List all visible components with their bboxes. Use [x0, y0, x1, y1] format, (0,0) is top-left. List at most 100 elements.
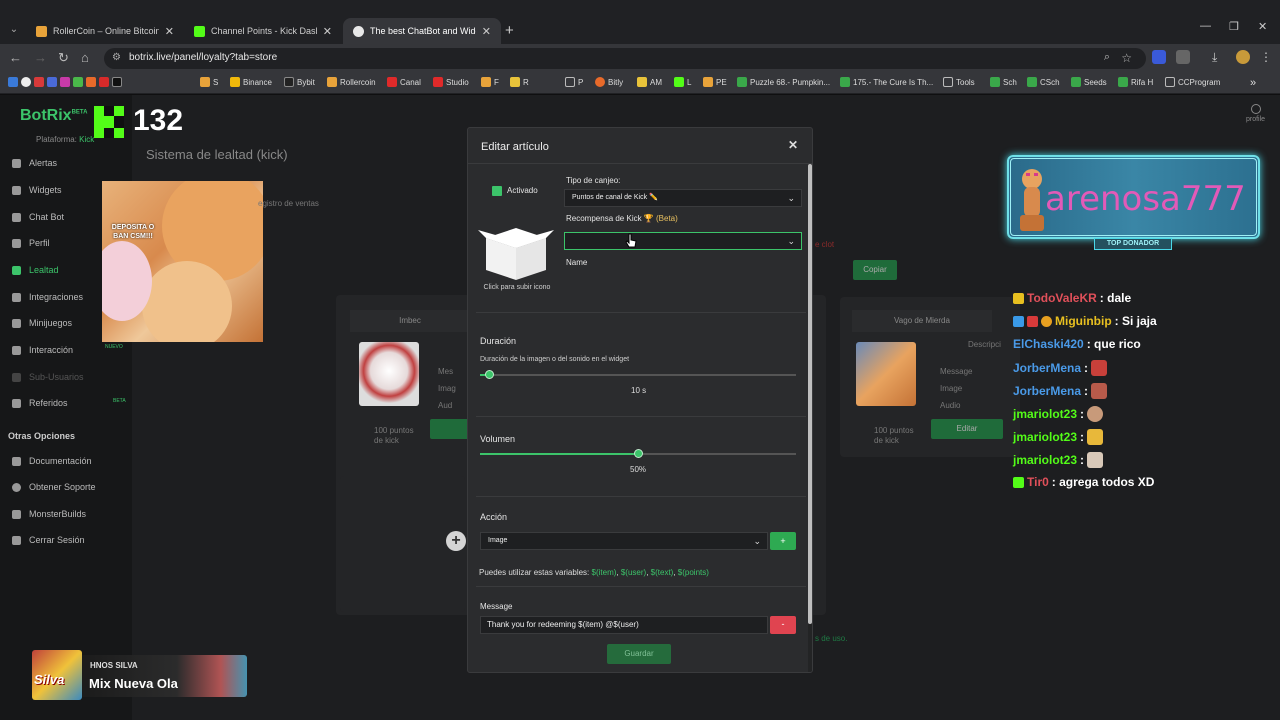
download-icon[interactable]: ⤓ [1212, 50, 1226, 64]
sidebar-item-subusuarios[interactable]: Sub-Usuarios [12, 372, 84, 382]
bookmark-rifa[interactable]: Rifa H [1118, 77, 1153, 87]
bookmark-star-icon[interactable]: ☆ [1121, 51, 1132, 65]
sidebar-item-minijuegos[interactable]: Minijuegos [12, 318, 72, 328]
bookmark-p[interactable]: P [565, 77, 583, 87]
page-title: Sistema de lealtad (kick) [146, 147, 288, 162]
bookmark-l[interactable]: L [674, 77, 691, 87]
new-tab-button[interactable]: + [505, 22, 514, 39]
bookmark-label: L [687, 77, 692, 87]
users-icon [12, 372, 21, 382]
close-tab-icon[interactable]: ✕ [482, 25, 491, 38]
sidebar-item-chatbot[interactable]: Chat Bot [12, 212, 64, 222]
bookmark-ccprogram[interactable]: CCProgram [1165, 77, 1220, 87]
sidebar-item-cerrar-sesion[interactable]: Cerrar Sesión [12, 535, 85, 545]
card-2-edit-button[interactable]: Editar [931, 419, 1003, 439]
modal-title: Editar artículo [481, 141, 549, 153]
more-bookmarks-icon[interactable]: » [1250, 77, 1256, 89]
sidebar-item-referidos[interactable]: Referidos [12, 398, 68, 408]
bookmark-bybit[interactable]: Bybit [284, 77, 315, 87]
divider [476, 312, 806, 313]
card-1-edit-button[interactable] [430, 419, 470, 439]
close-window-icon[interactable]: ✕ [1258, 20, 1267, 33]
back-icon[interactable]: ← [9, 50, 22, 65]
bookmark-puzzle[interactable]: Puzzle 68.- Pumpkin... [737, 77, 830, 87]
redeem-type-select[interactable]: Puntos de canal de Kick ✏️ ⌄ [564, 189, 802, 207]
name-label: Name [566, 258, 588, 267]
copy-button[interactable]: Copiar [853, 260, 897, 280]
bookmark-rollercoin[interactable]: Rollercoin [327, 77, 376, 87]
activated-checkbox[interactable] [492, 186, 502, 196]
bookmark-am[interactable]: AM [637, 77, 662, 87]
volume-slider-handle[interactable] [634, 449, 643, 458]
tab-kick-dashboard[interactable]: Channel Points - Kick Dashboa ✕ [184, 18, 342, 44]
site-info-icon[interactable]: ⚙ [112, 52, 121, 63]
bookmark-label: Rollercoin [340, 77, 376, 87]
emote-icon [1091, 383, 1108, 399]
sidebar-item-perfil[interactable]: Perfil [12, 238, 50, 248]
bookmark-tools[interactable]: Tools [943, 77, 975, 87]
modal-scrollbar-thumb[interactable] [808, 164, 812, 624]
bookmark-sch[interactable]: Sch [990, 77, 1017, 87]
sidebar-item-monsterbuilds[interactable]: MonsterBuilds [12, 509, 86, 519]
top-donor-label: TOP DONADOR [1094, 238, 1172, 250]
sidebar-item-documentacion[interactable]: Documentación [12, 456, 92, 466]
bookmark-label: Canal [400, 77, 421, 87]
bookmark-s[interactable]: S [200, 77, 218, 87]
bookmark-studio[interactable]: Studio [433, 77, 469, 87]
sidebar-item-integraciones[interactable]: Integraciones [12, 292, 83, 302]
reload-icon[interactable]: ↻ [58, 50, 69, 66]
brand-logo[interactable]: BotRixBETA [20, 107, 87, 125]
tab-sales-log[interactable]: egistro de ventas [258, 199, 319, 208]
bookmark-csch[interactable]: CSch [1027, 77, 1060, 87]
bookmark-label: S [213, 77, 219, 87]
chat-message: Miguinbip: Si jaja [1013, 314, 1157, 328]
duration-slider-track[interactable] [480, 374, 796, 376]
maximize-icon[interactable]: ❐ [1229, 20, 1239, 33]
sidebar-item-lealtad[interactable]: Lealtad [12, 265, 59, 275]
profile-link[interactable]: profile [1246, 104, 1265, 123]
bookmark-binance[interactable]: Binance [230, 77, 272, 87]
profile-avatar-icon[interactable] [1236, 50, 1250, 64]
bookmark-f[interactable]: F [481, 77, 499, 87]
zoom-icon[interactable]: ⌕ [1104, 51, 1110, 64]
tab-title: Channel Points - Kick Dashboa [211, 26, 317, 36]
add-action-button[interactable]: + [770, 532, 796, 550]
sidebar-item-alertas[interactable]: Alertas [12, 158, 57, 168]
remove-message-button[interactable]: - [770, 616, 796, 634]
bookmark-r[interactable]: R [510, 77, 529, 87]
sidebar-item-interaccion[interactable]: Interacción [12, 345, 73, 355]
edit-item-modal: Editar artículo ✕ Activado Click para su… [467, 127, 813, 673]
close-icon[interactable]: ✕ [788, 138, 798, 152]
box-upload-icon[interactable] [478, 224, 554, 282]
home-icon[interactable]: ⌂ [81, 50, 89, 65]
card-1-features: Mes Imag Aud [438, 367, 456, 410]
extensions-puzzle-icon[interactable] [1176, 50, 1190, 64]
bookmark-seeds[interactable]: Seeds [1071, 77, 1107, 87]
sidebar-item-widgets[interactable]: Widgets [12, 185, 62, 195]
forward-icon[interactable]: → [34, 50, 47, 65]
bookmark-bitly[interactable]: Bitly [595, 77, 623, 87]
message-input[interactable]: Thank you for redeeming $(item) @$(user) [480, 616, 768, 634]
menu-kebab-icon[interactable]: ⋮ [1260, 50, 1274, 64]
bookmark-pe[interactable]: PE [703, 77, 727, 87]
close-tab-icon[interactable]: ✕ [165, 25, 174, 38]
bookmark-icon-only[interactable] [8, 77, 122, 87]
address-bar[interactable]: ⚙ botrix.live/panel/loyalty?tab=store ⌕ … [104, 48, 1146, 69]
close-tab-icon[interactable]: ✕ [323, 25, 332, 38]
save-button[interactable]: Guardar [607, 644, 671, 664]
extension-icon[interactable] [1152, 50, 1166, 64]
kick-reward-select[interactable]: ⌄ [564, 232, 802, 250]
tab-botrix[interactable]: The best ChatBot and Widgets ✕ [343, 18, 501, 44]
tab-rollercoin[interactable]: RollerCoin – Online Bitcoin Min ✕ [26, 18, 184, 44]
bookmark-canal[interactable]: Canal [387, 77, 421, 87]
bookmark-cure[interactable]: 175.- The Cure Is Th... [840, 77, 933, 87]
duration-slider-handle[interactable] [485, 370, 495, 379]
action-select[interactable]: Image ⌄ [480, 532, 768, 550]
chat-message: JorberMena: [1013, 360, 1108, 376]
tab-search-icon[interactable]: ⌄ [6, 22, 22, 38]
bookmark-label: Puzzle 68.- Pumpkin... [750, 77, 831, 87]
add-item-icon[interactable]: + [446, 531, 466, 551]
minimize-icon[interactable]: — [1200, 20, 1211, 32]
sidebar-item-soporte[interactable]: Obtener Soporte [12, 482, 96, 492]
now-playing-title: Mix Nueva Ola [89, 676, 178, 691]
